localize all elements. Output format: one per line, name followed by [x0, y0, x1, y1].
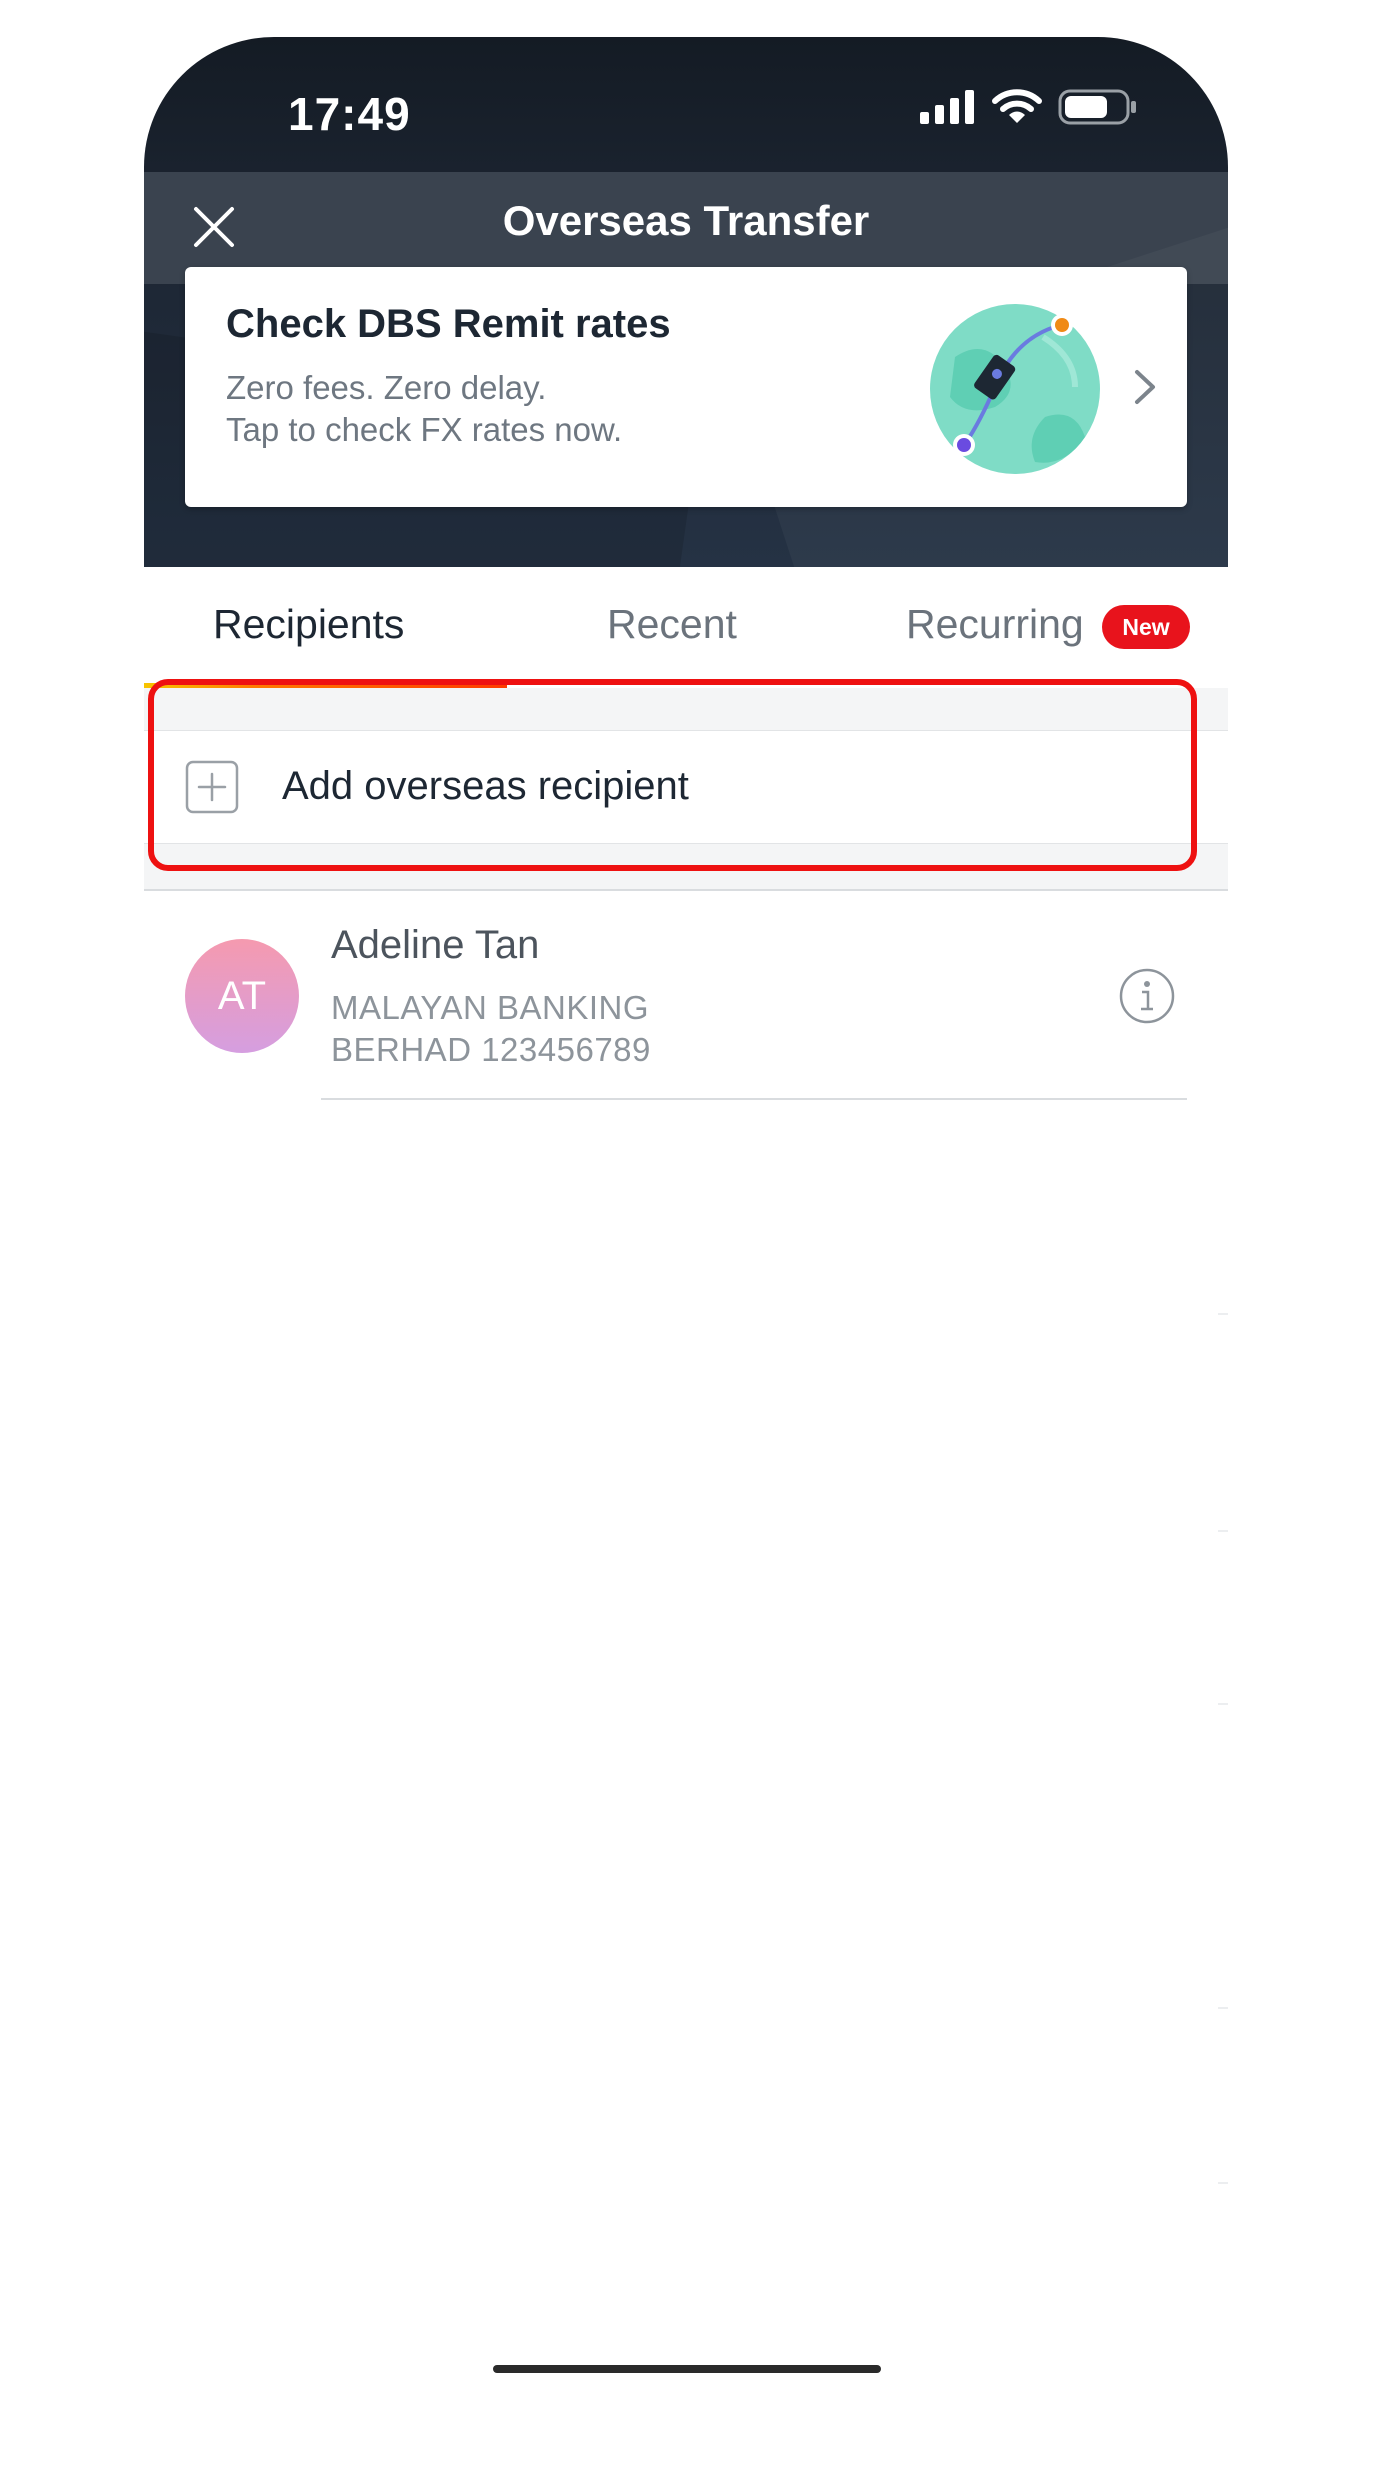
divider [321, 1098, 1187, 1100]
tab-bar: Recipients Recent Recurring New [144, 567, 1228, 687]
divider [1218, 2182, 1228, 2184]
tab-recipients[interactable]: Recipients [213, 601, 404, 648]
promo-subtitle: Zero fees. Zero delay. [226, 369, 547, 406]
promo-title: Check DBS Remit rates [226, 302, 671, 346]
chevron-right-icon[interactable] [1125, 364, 1165, 410]
divider [1218, 1703, 1228, 1705]
new-badge: New [1102, 605, 1190, 649]
header-banner: 17:49 Overseas Transfer Check DBS Remit … [144, 37, 1228, 567]
info-icon[interactable] [1118, 967, 1176, 1025]
divider [1218, 1530, 1228, 1532]
divider [1218, 1313, 1228, 1315]
promo-card[interactable]: Check DBS Remit rates Zero fees. Zero de… [185, 267, 1187, 507]
tab-recent[interactable]: Recent [607, 601, 737, 648]
battery-icon [1058, 89, 1136, 125]
divider [1218, 2007, 1228, 2009]
signal-icon [920, 90, 974, 124]
globe-transfer-illustration [930, 304, 1100, 474]
wifi-icon [992, 89, 1042, 123]
avatar: AT [185, 939, 299, 1053]
status-icons [920, 89, 1138, 125]
promo-subtitle: Tap to check FX rates now. [226, 411, 623, 448]
phone-screen: 17:49 Overseas Transfer Check DBS Remit … [144, 37, 1228, 2475]
tab-recurring[interactable]: Recurring [906, 601, 1084, 648]
status-time: 17:49 [288, 88, 411, 140]
add-overseas-recipient-button[interactable]: Add overseas recipient [144, 730, 1228, 844]
add-recipient-label: Add overseas recipient [282, 764, 689, 808]
recipient-row[interactable]: AT Adeline Tan MALAYAN BANKING BERHAD 12… [144, 889, 1228, 1107]
page-title: Overseas Transfer [502, 197, 870, 244]
plus-icon [185, 760, 239, 814]
recipient-account: BERHAD 123456789 [331, 1031, 651, 1068]
home-indicator[interactable] [493, 2365, 881, 2373]
recipient-name: Adeline Tan [331, 923, 540, 967]
recipient-bank: MALAYAN BANKING [331, 989, 650, 1026]
